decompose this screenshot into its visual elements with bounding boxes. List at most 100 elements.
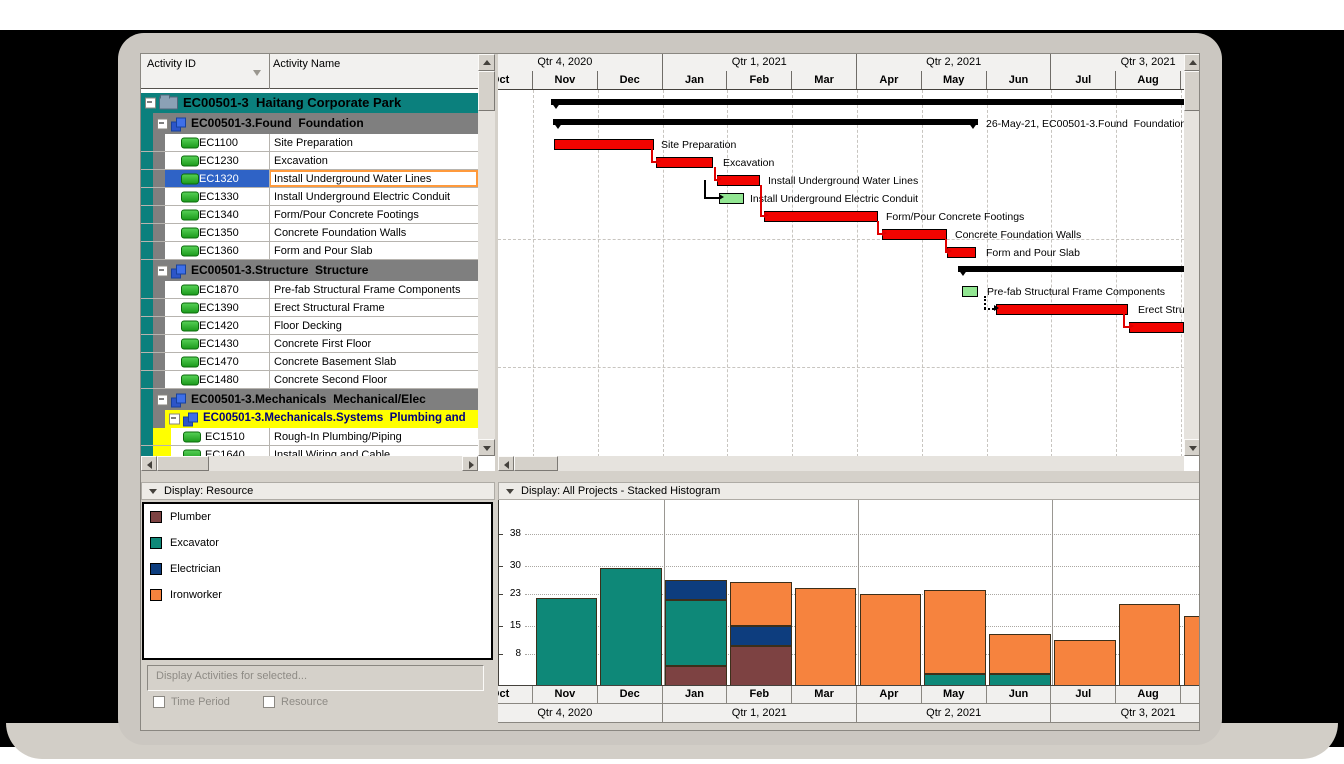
gantt-vscrollbar[interactable] (1184, 54, 1200, 456)
collapse-toggle[interactable] (157, 265, 168, 276)
scroll-up-button[interactable] (1184, 54, 1200, 71)
gantt-hscrollbar[interactable] (498, 456, 1184, 471)
scrollbar-thumb[interactable] (478, 71, 495, 111)
activity-id-cell[interactable]: EC1350 (199, 227, 239, 239)
group-row-bar[interactable]: EC00501-3.Mechanicals Mechanical/Elec (153, 389, 478, 410)
table-row[interactable]: EC1430 Concrete First Floor (141, 335, 478, 353)
table-row[interactable]: EC1360 Form and Pour Slab (141, 242, 478, 260)
activity-id-cell[interactable]: EC1100 (199, 137, 238, 149)
table-row[interactable]: EC1390 Erect Structural Frame (141, 299, 478, 317)
activity-name-cell[interactable]: Concrete Foundation Walls (274, 227, 406, 239)
gantt-bar[interactable] (996, 304, 1128, 315)
scroll-left-button[interactable] (141, 456, 157, 471)
histogram-panel-header[interactable]: Display: All Projects - Stacked Histogra… (498, 482, 1200, 500)
activity-name-cell[interactable]: Install Underground Water Lines (274, 173, 431, 185)
column-divider[interactable] (269, 54, 270, 89)
activity-id-cell[interactable]: EC1640 (205, 449, 245, 457)
histogram-month-axis: OctNovDecJanFebMarAprMayJunJulAugSep (498, 686, 1200, 704)
table-row[interactable]: EC1320 Install Underground Water Lines (141, 170, 478, 188)
activity-id-cell[interactable]: EC1330 (199, 191, 239, 203)
scroll-down-button[interactable] (478, 439, 495, 456)
resource-checkbox[interactable] (263, 696, 275, 708)
activity-id-cell[interactable]: EC1320 (199, 173, 239, 185)
table-row[interactable]: EC1480 Concrete Second Floor (141, 371, 478, 389)
table-row[interactable]: EC1470 Concrete Basement Slab (141, 353, 478, 371)
scroll-left-button[interactable] (498, 456, 514, 471)
activity-id-cell[interactable]: EC1230 (199, 155, 239, 167)
gantt-summary-bar[interactable] (958, 266, 1184, 272)
sort-indicator-icon[interactable] (253, 70, 261, 76)
table-row[interactable]: EC1340 Form/Pour Concrete Footings (141, 206, 478, 224)
activity-name-cell[interactable]: Form and Pour Slab (274, 245, 372, 257)
gantt-bar[interactable] (717, 175, 760, 186)
gantt-bar[interactable] (554, 139, 654, 150)
activity-name-cell[interactable]: Pre-fab Structural Frame Components (274, 284, 460, 296)
gantt-bar[interactable] (764, 211, 878, 222)
activity-name-cell[interactable]: Install Wiring and Cable (274, 449, 390, 457)
activity-name-cell[interactable]: Excavation (274, 155, 328, 167)
collapse-chevron-icon[interactable] (506, 489, 514, 494)
activity-id-cell[interactable]: EC1340 (199, 209, 239, 221)
gantt-bar[interactable] (962, 286, 978, 297)
activity-name-cell[interactable]: Form/Pour Concrete Footings (274, 209, 419, 221)
group-row[interactable]: EC00501-3 Haitang Corporate Park (141, 93, 478, 113)
activity-id-cell[interactable]: EC1360 (199, 245, 239, 257)
activity-name-cell[interactable]: Concrete Second Floor (274, 374, 387, 386)
activity-name-cell[interactable]: Site Preparation (274, 137, 353, 149)
collapse-toggle[interactable] (157, 118, 168, 129)
scrollbar-thumb[interactable] (157, 456, 209, 471)
collapse-toggle[interactable] (169, 414, 180, 425)
group-row[interactable]: EC00501-3.Structure Structure (141, 260, 478, 281)
scrollbar-thumb[interactable] (1184, 71, 1200, 111)
time-period-checkbox[interactable] (153, 696, 165, 708)
scrollbar-thumb[interactable] (514, 456, 558, 471)
gantt-summary-bar[interactable] (551, 99, 1184, 105)
group-row-bar[interactable]: EC00501-3.Structure Structure (153, 260, 478, 281)
table-row[interactable]: EC1350 Concrete Foundation Walls (141, 224, 478, 242)
collapse-chevron-icon[interactable] (149, 489, 157, 494)
resource-panel-header[interactable]: Display: Resource (141, 482, 495, 500)
activity-name-cell[interactable]: Concrete First Floor (274, 338, 371, 350)
timescale-cell: Aug (1116, 71, 1181, 89)
activity-id-cell[interactable]: EC1390 (199, 302, 239, 314)
table-row[interactable]: EC1100 Site Preparation (141, 134, 478, 152)
table-row[interactable]: EC1330 Install Underground Electric Condu… (141, 188, 478, 206)
activity-id-cell[interactable]: EC1510 (205, 431, 245, 443)
gantt-summary-bar[interactable] (553, 119, 978, 125)
activity-name-cell[interactable]: Install Underground Electric Conduit (274, 191, 450, 203)
activity-id-cell[interactable]: EC1470 (199, 356, 239, 368)
activity-id-cell[interactable]: EC1430 (199, 338, 239, 350)
activity-id-cell[interactable]: EC1420 (199, 320, 239, 332)
activity-name-cell[interactable]: Floor Decking (274, 320, 342, 332)
scroll-down-button[interactable] (1184, 439, 1200, 456)
gantt-bar[interactable] (1129, 322, 1184, 333)
gantt-bar[interactable] (882, 229, 947, 240)
scroll-up-button[interactable] (478, 54, 495, 71)
group-row[interactable]: EC00501-3.Mechanicals Mechanical/Elec (141, 389, 478, 410)
subgroup-row-bar[interactable]: EC00501-3.Mechanicals.Systems Plumbing a… (165, 410, 478, 428)
collapse-toggle[interactable] (145, 98, 156, 109)
column-divider-line (269, 317, 270, 334)
table-row[interactable]: EC1640 Install Wiring and Cable (141, 446, 478, 456)
table-row[interactable]: EC1870 Pre-fab Structural Frame Component… (141, 281, 478, 299)
table-row[interactable]: EC1510 Rough-In Plumbing/Piping (141, 428, 478, 446)
scroll-right-button[interactable] (462, 456, 478, 471)
table-vscrollbar[interactable] (478, 54, 495, 456)
collapse-toggle[interactable] (157, 394, 168, 405)
group-band-project (141, 335, 153, 352)
gantt-bar[interactable] (656, 157, 713, 168)
group-row[interactable]: EC00501-3.Found Foundation (141, 113, 478, 134)
group-row-bar[interactable]: EC00501-3.Found Foundation (153, 113, 478, 134)
table-row[interactable]: EC1230 Excavation (141, 152, 478, 170)
column-header-activity-id[interactable]: Activity ID (147, 58, 196, 70)
activity-id-cell[interactable]: EC1870 (199, 284, 239, 296)
activity-name-cell[interactable]: Erect Structural Frame (274, 302, 385, 314)
activity-bar-icon (181, 137, 199, 148)
group-row[interactable]: EC00501-3.Mechanicals.Systems Plumbing a… (141, 410, 478, 428)
table-hscrollbar[interactable] (141, 456, 478, 471)
column-header-activity-name[interactable]: Activity Name (273, 58, 340, 70)
activity-id-cell[interactable]: EC1480 (199, 374, 239, 386)
table-row[interactable]: EC1420 Floor Decking (141, 317, 478, 335)
activity-name-cell[interactable]: Concrete Basement Slab (274, 356, 396, 368)
activity-name-cell[interactable]: Rough-In Plumbing/Piping (274, 431, 402, 443)
